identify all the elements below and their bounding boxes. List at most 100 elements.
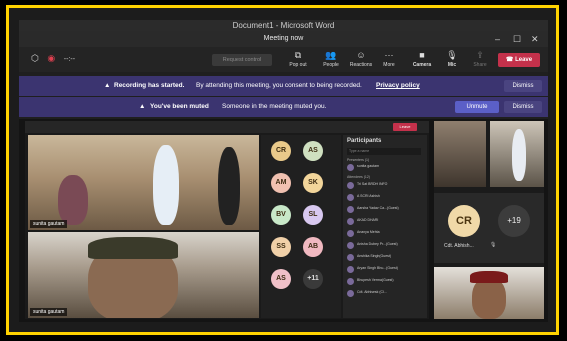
unmute-button[interactable]: Unmute (455, 101, 499, 113)
more-icon: ··· (384, 50, 394, 60)
muted-title: You've been muted (150, 103, 209, 110)
people-button[interactable]: 👥 People (316, 50, 346, 68)
participant-name: Anshika Singh(Guest) (357, 254, 392, 258)
meeting-status: ⬡ ◉ --:-- (31, 53, 75, 64)
person-shape (472, 277, 506, 319)
camera-label: Camera (412, 62, 432, 68)
attendees-header: Attendees (12) (347, 175, 370, 179)
avatar: SS (271, 237, 291, 257)
participant-row[interactable]: Aarsha Yadav Ca...(Guest) (347, 205, 423, 215)
close-icon[interactable]: ✕ (531, 31, 539, 47)
person-shape (512, 129, 526, 181)
avatar (347, 164, 354, 171)
shared-leave-button[interactable]: Leave (393, 123, 417, 131)
participant-name: AKAD DHARI (357, 218, 379, 222)
avatar (347, 206, 354, 213)
avatar (347, 290, 354, 297)
participant-row[interactable]: Anisha Dubey Pr...(Guest) (347, 241, 423, 251)
avatar: SK (303, 173, 323, 193)
share-label: Share (473, 62, 487, 68)
video-tile (490, 121, 544, 187)
participant-name: Cdt. Abhish... (444, 243, 474, 249)
dismiss-muted-button[interactable]: Dismiss (504, 101, 542, 113)
more-label: More (383, 62, 395, 68)
outer-frame: Document1 - Microsoft Word Meeting now –… (0, 0, 567, 341)
participant-row[interactable]: Tri Sat BRDH INFO (347, 181, 423, 191)
maximize-icon[interactable]: ☐ (513, 31, 521, 47)
avatar (347, 278, 354, 285)
shared-screen: Leave sunita gautam sunita gautam CR AS (25, 121, 429, 319)
participant-name: Anisha Dubey Pr...(Guest) (357, 242, 398, 246)
participant-name: Ananya Mehta (357, 230, 380, 234)
participant-row[interactable]: Anshika Singh(Guest) (347, 253, 423, 263)
avatar (347, 218, 354, 225)
dismiss-recording-button[interactable]: Dismiss (504, 80, 542, 92)
recording-text: By attending this meeting, you consent t… (196, 82, 362, 89)
mic-label: Mic (447, 62, 457, 68)
teams-window: Document1 - Microsoft Word Meeting now –… (19, 20, 548, 322)
meeting-toolbar: ⬡ ◉ --:-- Request control ⧉ Pop out 👥 Pe… (19, 47, 548, 72)
avatar: AS (271, 269, 291, 289)
people-label: People (323, 62, 339, 68)
people-icon: 👥 (325, 50, 337, 60)
cap-shape (88, 237, 178, 259)
mic-button[interactable]: 🎙 Mic (437, 50, 467, 68)
leave-button[interactable]: ☎ Leave (498, 53, 540, 67)
avatar (347, 266, 354, 273)
participant-row[interactable]: Cdt. Abhisesk (Cl... (347, 289, 423, 299)
muted-banner: ▲ You've been muted Someone in the meeti… (19, 97, 548, 117)
person-shape (58, 175, 88, 225)
camera-button[interactable]: ■ Camera (407, 50, 437, 68)
minimize-icon[interactable]: – (495, 31, 500, 47)
avatar: AB (303, 237, 323, 257)
popout-button[interactable]: ⧉ Pop out (283, 50, 313, 68)
popout-label: Pop out (289, 62, 307, 68)
avatar: CR (271, 141, 291, 161)
beret-shape (470, 271, 508, 283)
meeting-title-bar: Meeting now – ☐ ✕ (19, 31, 548, 47)
participant-row[interactable]: AKAD DHARI (347, 217, 423, 227)
participant-row[interactable]: sunita gautam (347, 163, 423, 173)
participant-name: Bhupesh Verma(Guest) (357, 278, 394, 282)
muted-text: Someone in the meeting muted you. (222, 103, 327, 110)
record-icon: ◉ (47, 53, 56, 63)
window-title: Document1 - Microsoft Word (19, 20, 548, 31)
shared-video-tile: sunita gautam (28, 135, 259, 230)
share-button[interactable]: ⇪ Share (465, 50, 495, 68)
participant-row[interactable]: A SCRI Ashish (347, 193, 423, 203)
recording-title: Recording has started. (114, 82, 185, 89)
participant-name: sunita gautam (357, 164, 379, 168)
privacy-policy-link[interactable]: Privacy policy (376, 76, 420, 96)
shield-icon: ⬡ (31, 53, 39, 63)
avatar-tile: CR +19 Cdt. Abhish... 🎙 (434, 193, 544, 263)
reactions-icon: ☺ (356, 50, 366, 60)
reactions-button[interactable]: ☺ Reactions (346, 50, 376, 68)
overflow-count: +11 (303, 269, 323, 289)
avatar (347, 182, 354, 189)
right-video-column: CR +19 Cdt. Abhish... 🎙 (434, 121, 544, 319)
participant-row[interactable]: Aryan Singh Bhu...(Guest) (347, 265, 423, 275)
video-tile (434, 267, 544, 319)
avatar: AS (303, 141, 323, 161)
request-control-button[interactable]: Request control (212, 54, 272, 66)
participant-row[interactable]: Ananya Mehta (347, 229, 423, 239)
more-button[interactable]: ··· More (374, 50, 404, 68)
recording-banner: ▲ Recording has started. By attending th… (19, 76, 548, 96)
participant-name: Tri Sat BRDH INFO (357, 182, 388, 186)
avatar: SL (303, 205, 323, 225)
shared-toolbar: Leave (25, 121, 429, 133)
overflow-count[interactable]: +19 (498, 205, 530, 237)
tile-label: sunita gautam (30, 220, 68, 228)
participant-name: Cdt. Abhisesk (Cl... (357, 290, 387, 294)
avatar-grid: CR AS AM SK BV SL SS AB AS +11 (261, 135, 341, 318)
participant-row[interactable]: Bhupesh Verma(Guest) (347, 277, 423, 287)
avatar (347, 194, 354, 201)
meeting-timer: --:-- (63, 56, 76, 63)
participant-name: A SCRI Ashish (357, 194, 380, 198)
popout-icon: ⧉ (294, 50, 302, 60)
participant-name: Aryan Singh Bhu...(Guest) (357, 266, 398, 270)
avatar (347, 230, 354, 237)
video-tile (434, 121, 486, 187)
shared-video-tile: sunita gautam (28, 232, 259, 318)
participant-search-input[interactable]: Type a name (347, 148, 421, 155)
